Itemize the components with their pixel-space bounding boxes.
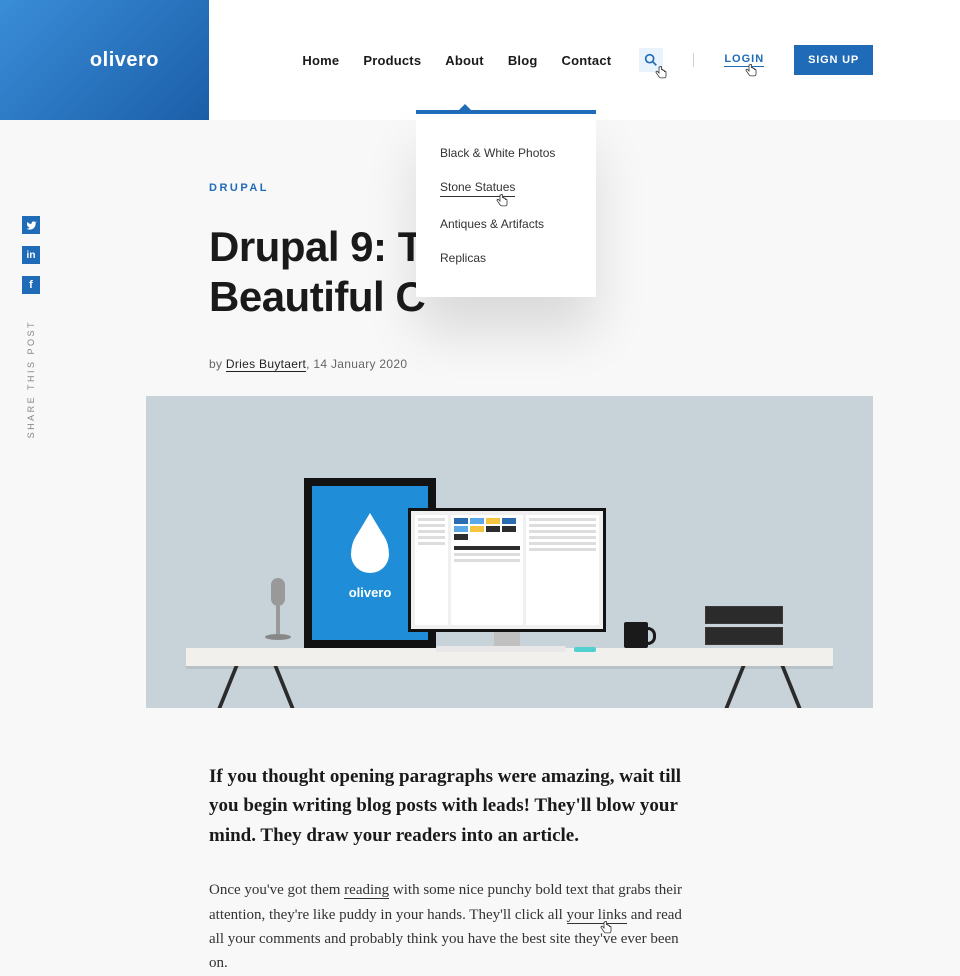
coffee-mug	[624, 622, 648, 648]
hero-brand-text: olivero	[349, 585, 392, 600]
byline-prefix: by	[209, 357, 226, 371]
nav-item-about[interactable]: About	[445, 53, 484, 68]
logo-block[interactable]: olivero	[0, 0, 209, 120]
brand-name: olivero	[90, 49, 159, 72]
cursor-hand-icon	[653, 66, 667, 82]
mouse	[574, 647, 596, 652]
dropdown-item-bw-photos[interactable]: Black & White Photos	[440, 146, 555, 160]
dropdown-item-stone-statues[interactable]: Stone Statues	[440, 180, 515, 197]
nav-item-products[interactable]: Products	[363, 53, 421, 68]
signup-button[interactable]: SIGN UP	[794, 45, 873, 75]
monitor-right	[408, 508, 606, 632]
nav-item-home[interactable]: Home	[302, 53, 339, 68]
microphone	[262, 578, 294, 648]
desk-leg	[226, 666, 286, 708]
para-text: Once you've got them	[209, 882, 344, 898]
dropdown-item-label: Stone Statues	[440, 180, 515, 194]
linkedin-icon[interactable]: in	[22, 246, 40, 264]
article-paragraph: Once you've got them reading with some n…	[209, 878, 699, 975]
cursor-hand-icon	[495, 194, 509, 210]
twitter-icon[interactable]	[22, 216, 40, 234]
storage-boxes	[705, 606, 783, 648]
article-body: If you thought opening paragraphs were a…	[209, 762, 699, 976]
nav-item-blog[interactable]: Blog	[508, 53, 538, 68]
inline-link-your-links[interactable]: your links	[567, 907, 627, 924]
dropdown-item-antiques[interactable]: Antiques & Artifacts	[440, 217, 544, 231]
cursor-hand-icon	[599, 921, 613, 937]
inline-link-reading[interactable]: reading	[344, 882, 389, 899]
login-link[interactable]: LOGIN	[724, 53, 764, 67]
title-line-2: Beautiful C	[209, 273, 425, 320]
facebook-icon[interactable]: f	[22, 276, 40, 294]
drupal-drop-icon	[351, 527, 389, 573]
title-line-1: Drupal 9: T	[209, 223, 423, 270]
nav-item-contact[interactable]: Contact	[562, 53, 612, 68]
byline-date: , 14 January 2020	[306, 357, 407, 371]
author-link[interactable]: Dries Buytaert	[226, 357, 306, 372]
hero-image: olivero	[146, 396, 873, 708]
link-label: your links	[567, 907, 627, 923]
dropdown-bar	[416, 110, 596, 114]
search-button[interactable]	[639, 48, 663, 72]
products-dropdown: Black & White Photos Stone Statues Antiq…	[416, 114, 596, 297]
article-byline: by Dries Buytaert, 14 January 2020	[209, 357, 960, 371]
desk-leg	[733, 666, 793, 708]
header: Home Products About Blog Contact LOGIN S…	[209, 0, 960, 120]
keyboard	[436, 646, 566, 652]
dropdown-item-replicas[interactable]: Replicas	[440, 251, 486, 265]
cursor-hand-icon	[744, 64, 758, 80]
nav-divider	[693, 53, 694, 67]
share-sidebar: in f SHARE THIS POST	[22, 216, 40, 438]
article-lead: If you thought opening paragraphs were a…	[209, 762, 699, 850]
share-label: SHARE THIS POST	[26, 320, 36, 438]
monitor-right-screen	[411, 511, 603, 629]
primary-nav: Home Products About Blog Contact LOGIN S…	[302, 45, 873, 75]
